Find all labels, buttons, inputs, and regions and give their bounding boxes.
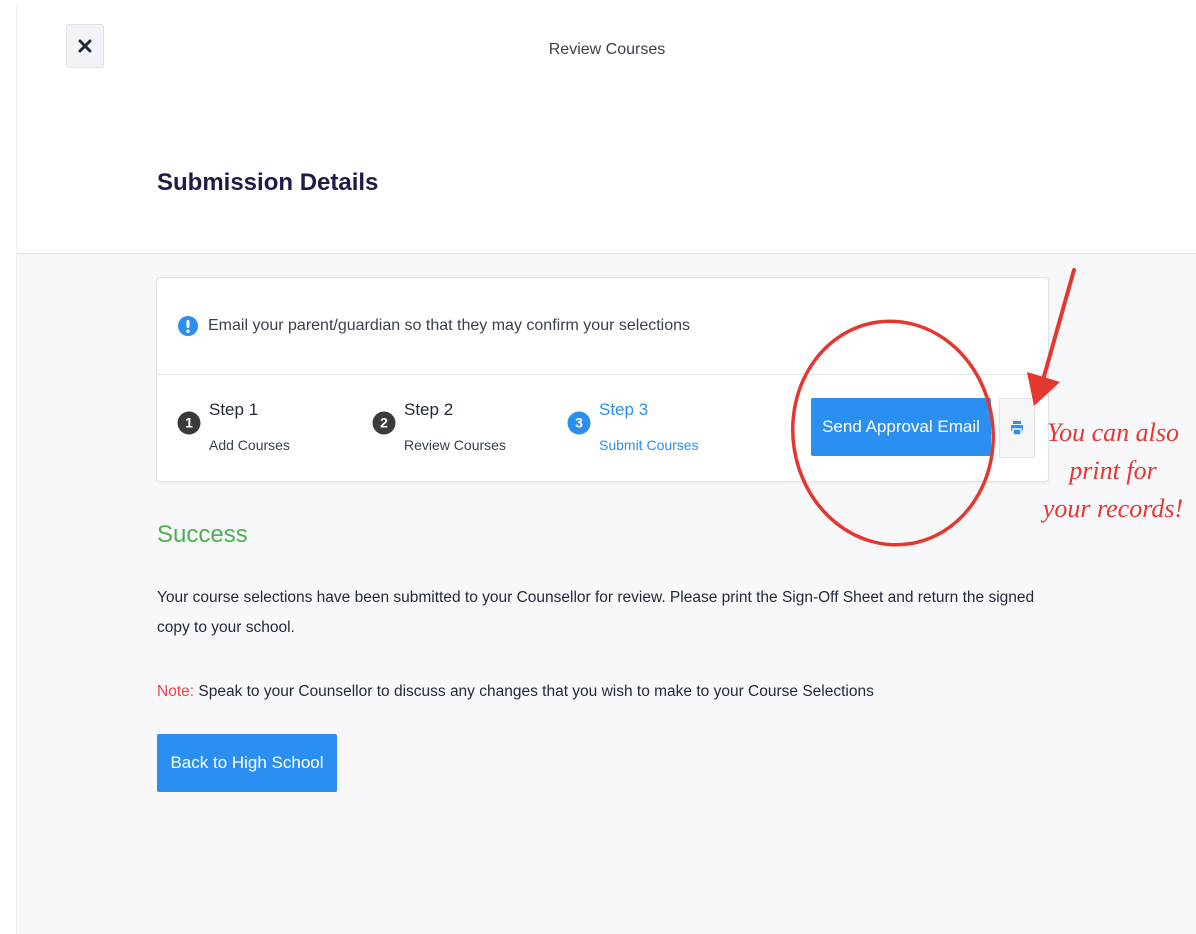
step-title: Step 1 [209, 400, 259, 419]
step-number: 3 [575, 415, 583, 431]
step-number: 1 [185, 415, 193, 431]
step-number: 2 [380, 415, 388, 431]
header-band: Submission Details [17, 102, 1196, 254]
submission-card: Email your parent/guardian so that they … [156, 277, 1049, 482]
notice-text: Email your parent/guardian so that they … [208, 317, 691, 334]
annotation-note: You can also print for your records! [1030, 414, 1196, 528]
back-to-high-school-button[interactable]: Back to High School [157, 734, 337, 792]
step-title: Step 2 [404, 400, 454, 419]
step-number-1-icon: 1 [177, 411, 201, 435]
step-title: Step 3 [599, 400, 649, 419]
step-subtitle: Add Courses [209, 437, 290, 453]
step-subtitle: Submit Courses [599, 437, 699, 453]
notice-banner: Email your parent/guardian so that they … [157, 278, 1048, 375]
step-number-3-icon: 3 [567, 411, 591, 435]
success-message: Your course selections have been submitt… [157, 589, 1035, 636]
step-number-2-icon: 2 [372, 411, 396, 435]
print-icon [1011, 421, 1023, 436]
top-bar: Review Courses [17, 5, 1196, 103]
send-approval-email-button[interactable]: Send Approval Email [811, 398, 991, 456]
success-heading: Success [157, 521, 248, 548]
note-body: Speak to your Counsellor to discuss any … [194, 683, 874, 700]
annotation-line: print for [1069, 456, 1157, 485]
app-frame: Review Courses Submission Details Email … [16, 5, 1196, 934]
page-header-title: Review Courses [548, 41, 666, 58]
page-title: Submission Details [157, 169, 379, 196]
note-text: Note: Speak to your Counsellor to discus… [157, 683, 874, 701]
step-subtitle: Review Courses [404, 437, 506, 453]
annotation-line: You can also [1047, 418, 1179, 447]
info-icon [178, 316, 198, 336]
note-label: Note: [157, 683, 195, 700]
annotation-line: your records! [1042, 494, 1184, 523]
